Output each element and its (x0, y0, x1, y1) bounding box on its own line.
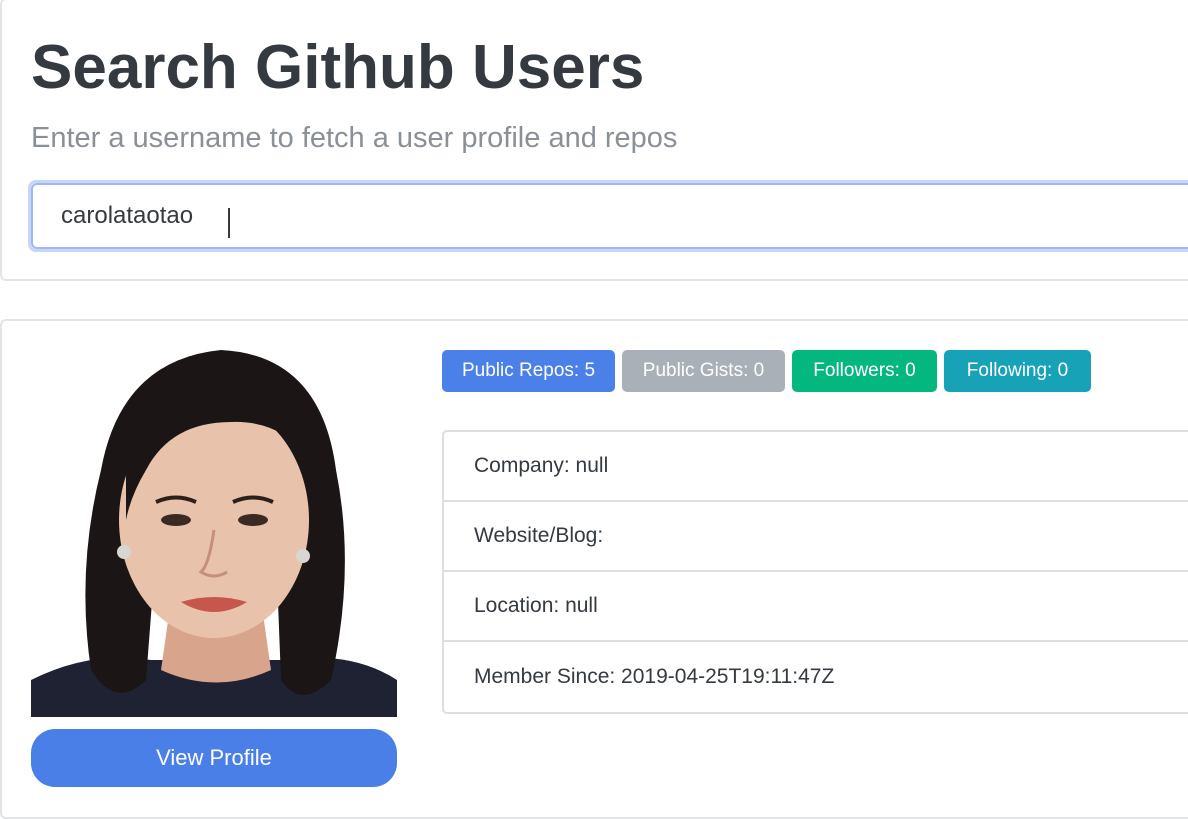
page-title: Search Github Users (31, 33, 645, 102)
member-since-item: Member Since: 2019-04-25T19:11:47Z (474, 665, 835, 688)
search-input-wrapper (28, 180, 1188, 252)
avatar (31, 350, 397, 717)
location-item: Location: null (444, 572, 1188, 642)
avatar-image (31, 350, 397, 717)
followers-badge: Followers: 0 (792, 350, 937, 392)
website-item: Website/Blog: (444, 502, 1188, 572)
search-input[interactable] (31, 183, 1188, 249)
stats-badges: Public Repos: 5 Public Gists: 0 Follower… (442, 350, 1091, 392)
page-subtitle: Enter a username to fetch a user profile… (31, 122, 678, 154)
public-gists-badge: Public Gists: 0 (622, 350, 785, 392)
profile-details-list: Company: null Website/Blog: Location: nu… (442, 430, 1188, 714)
public-repos-badge: Public Repos: 5 (442, 350, 615, 392)
company-item: Company: null (444, 432, 1188, 502)
view-profile-button[interactable]: View Profile (31, 729, 397, 787)
text-cursor (228, 208, 230, 238)
following-badge: Following: 0 (944, 350, 1091, 392)
